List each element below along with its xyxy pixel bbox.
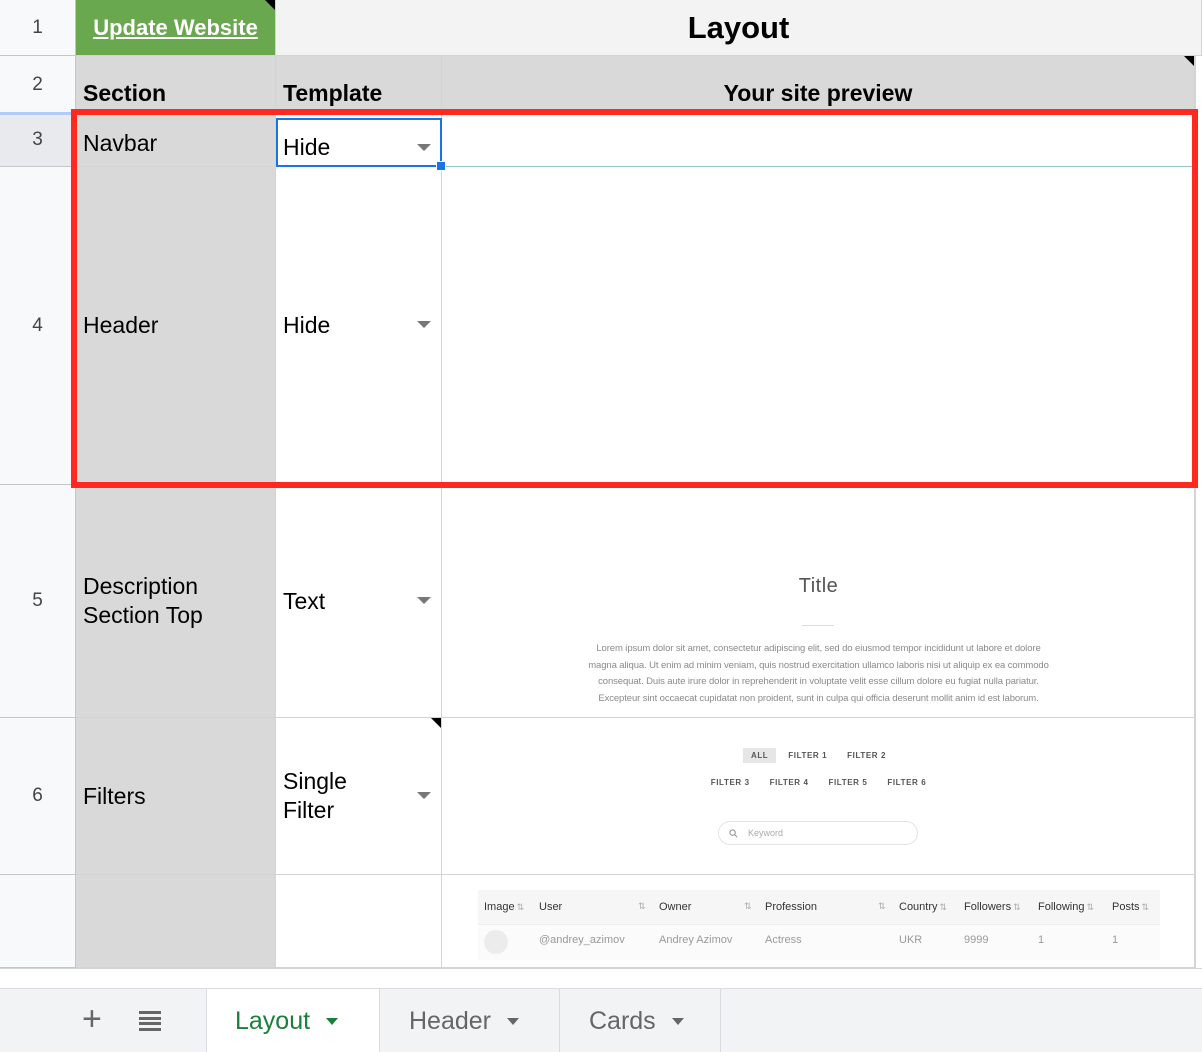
sort-icon[interactable]: ⇅ [638,901,646,912]
keyword-search-box[interactable]: Keyword [718,821,918,845]
row-header-5[interactable]: 5 [0,485,76,718]
preview-title-divider [802,625,834,626]
row-header-4[interactable]: 4 [0,167,76,485]
note-indicator [1184,56,1194,66]
filter-3[interactable]: FILTER 3 [703,775,758,790]
template-filters-value: Single Filter [283,768,347,823]
tab-header[interactable]: Header [379,989,559,1052]
section-description[interactable]: Description Section Top [76,485,276,718]
update-website-link[interactable]: Update Website [93,15,258,41]
highlight-box [71,109,1198,488]
preview-description-body: Lorem ipsum dolor sit amet, consectetur … [442,641,1195,707]
row-header-6[interactable]: 6 [0,718,76,875]
preview-body-line: magna aliqua. Ut enim ad minim veniam, q… [588,659,1049,671]
filter-2[interactable]: FILTER 2 [839,748,894,763]
table-cell-user: @andrey_azimov [539,934,625,946]
template-description-value: Text [283,587,326,614]
table-header-owner: Owner [659,901,692,913]
sort-icon[interactable]: ⇅ [1086,902,1094,913]
table-cell-owner: Andrey Azimov [659,934,733,946]
selected-row-indicator [0,112,76,115]
table-cell-posts: 1 [1112,934,1119,946]
preview-header-text: Your site preview [723,80,913,106]
preview-description-title: Title [798,575,839,597]
sort-icon[interactable]: ⇅ [1142,902,1150,913]
table-header-profession: Profession [765,901,817,913]
table-cell-following: 1 [1038,934,1045,946]
filter-6[interactable]: FILTER 6 [879,775,934,790]
grid-bottom-gap [0,968,1202,988]
layout-title-cell[interactable]: Layout [276,0,1202,56]
preview-body-line: Lorem ipsum dolor sit amet, consectetur … [596,643,1041,654]
row-header-7[interactable] [0,875,76,968]
table-cell-profession: Actress [765,934,802,946]
template-description-select[interactable]: Text [276,485,442,718]
filter-all[interactable]: ALL [742,748,777,763]
table-avatar [484,930,508,954]
template-column-header[interactable]: Template [276,56,442,114]
section-description-label: Description Section Top [83,573,203,628]
add-sheet-icon[interactable]: + [82,999,102,1039]
filter-4[interactable]: FILTER 4 [762,775,817,790]
sort-icon[interactable]: ⇅ [517,902,525,913]
row-header-2[interactable]: 2 [0,56,76,114]
row-header-1[interactable]: 1 [0,0,76,56]
tab-layout-label: Layout [235,1006,311,1035]
section-empty-row-7[interactable] [76,875,276,968]
all-sheets-icon[interactable] [139,1011,161,1031]
sheet-tab-bar: + Layout Header Cards [0,988,1202,1052]
preview-filters: ALL FILTER 1 FILTER 2 FILTER 3 FILTER 4 … [442,718,1195,875]
update-website-cell[interactable]: Update Website [76,0,276,56]
table-header-followers: Followers ⇅ [964,901,1021,913]
table-header-following: Following ⇅ [1038,901,1095,913]
template-empty-row-7[interactable] [276,875,442,968]
filter-row-1: ALL FILTER 1 FILTER 2 [442,748,1195,763]
spreadsheet-app: 1 2 3 4 5 6 Update Website Layout Sectio… [0,0,1202,1052]
chevron-down-icon[interactable] [326,1017,339,1025]
sort-icon[interactable]: ⇅ [1013,902,1021,913]
preview-body-line: consequat. Duis aute irure dolor in repr… [598,676,1039,687]
dropdown-arrow-icon[interactable] [417,792,431,799]
preview-column-header[interactable]: Your site preview [442,56,1195,114]
table-header-posts: Posts ⇅ [1112,901,1150,913]
table-header-user: User [539,901,563,913]
filter-1[interactable]: FILTER 1 [780,748,835,763]
search-icon [729,828,738,837]
keyword-placeholder: Keyword [748,828,784,838]
table-header-image: Image ⇅ [484,901,525,913]
sort-icon[interactable]: ⇅ [878,901,886,912]
sort-icon[interactable]: ⇅ [744,901,752,912]
dropdown-arrow-icon[interactable] [417,597,431,604]
tab-cards[interactable]: Cards [559,989,721,1052]
template-filters-select[interactable]: Single Filter [276,718,442,875]
preview-description: Title Lorem ipsum dolor sit amet, consec… [442,485,1195,718]
filter-5[interactable]: FILTER 5 [821,775,876,790]
chevron-down-icon[interactable] [507,1017,519,1025]
section-filters[interactable]: Filters [76,718,276,875]
sort-icon[interactable]: ⇅ [940,902,948,913]
tab-layout[interactable]: Layout [206,989,379,1052]
table-header-country: Country ⇅ [899,901,948,913]
filter-row-2: FILTER 3 FILTER 4 FILTER 5 FILTER 6 [442,775,1195,790]
preview-body-line: Excepteur sint occaecat cupidatat non pr… [598,692,1039,704]
section-column-header[interactable]: Section [76,56,276,114]
note-indicator [265,0,275,10]
chevron-down-icon[interactable] [671,1017,684,1025]
table-cell-followers: 9999 [964,934,989,946]
row-header-3[interactable]: 3 [0,114,76,167]
table-cell-country: UKR [899,934,923,946]
layout-title: Layout [687,9,790,45]
note-indicator [431,718,441,728]
tab-header-label: Header [409,1006,491,1035]
tab-cards-label: Cards [589,1006,656,1035]
